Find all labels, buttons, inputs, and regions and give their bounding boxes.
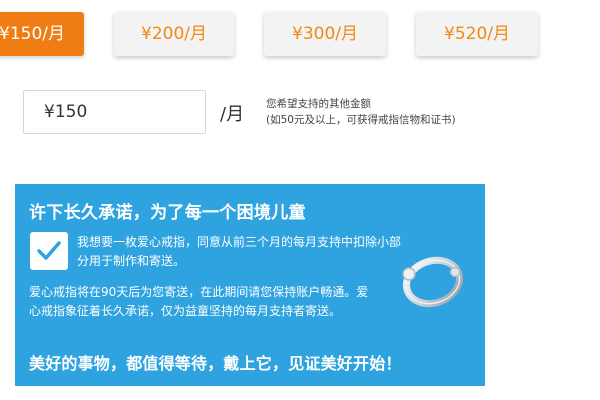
silver-ring-icon	[402, 256, 463, 308]
ring-card-title: 许下长久承诺，为了每一个困境儿童	[29, 203, 306, 223]
custom-amount-input[interactable]	[23, 90, 206, 134]
ring-checkbox-label: 我想要一枚爱心戒指，同意从前三个月的每月支持中扣除小部分用于制作和寄送。	[77, 235, 402, 268]
hint-line-1: 您希望支持的其他金额	[266, 98, 371, 110]
amount-option-520[interactable]: ¥520/月	[416, 12, 538, 56]
custom-amount-hint: 您希望支持的其他金额 (如50元及以上，可获得戒指信物和证书)	[266, 96, 456, 128]
per-month-label: /月	[220, 104, 245, 125]
ring-card-footer: 美好的事物，都值得等待，戴上它，见证美好开始！	[29, 354, 402, 373]
amount-option-300[interactable]: ¥300/月	[264, 12, 386, 56]
ring-card-note: 爱心戒指将在90天后为您寄送，在此期间请您保持账户畅通。爱心戒指象征着长久承诺，…	[29, 285, 369, 318]
ring-card: 许下长久承诺，为了每一个困境儿童 我想要一枚爱心戒指，同意从前三个月的每月支持中…	[15, 184, 485, 386]
donation-page: { "amounts": { "options": [ {"label": "¥…	[0, 0, 600, 400]
hint-line-2: (如50元及以上，可获得戒指信物和证书)	[266, 114, 456, 126]
checkmark-icon	[37, 241, 61, 260]
amount-option-150[interactable]: ¥150/月	[0, 12, 84, 56]
ring-checkbox[interactable]	[30, 232, 68, 270]
amount-option-200[interactable]: ¥200/月	[114, 12, 234, 56]
